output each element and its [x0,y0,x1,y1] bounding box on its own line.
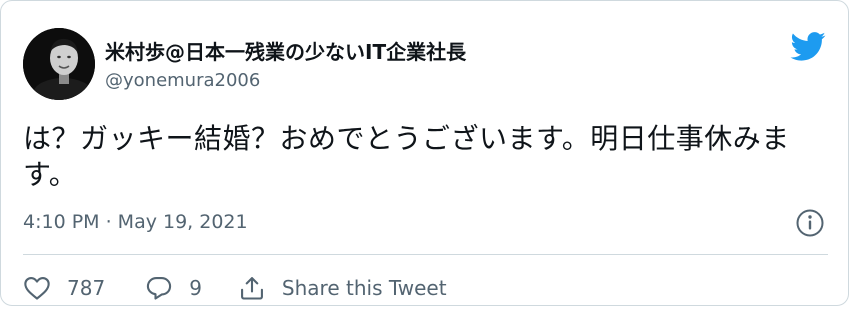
like-button[interactable]: 787 [23,274,105,302]
twitter-bird-icon[interactable] [790,32,826,62]
tweet-card[interactable]: 米村歩@日本一残業の少ないIT企業社長 @yonemura2006 は？ガッキー… [0,0,849,306]
action-bar: 787 9 Share this Tweet [23,271,447,305]
display-name[interactable]: 米村歩@日本一残業の少ないIT企業社長 [105,36,466,65]
share-button[interactable]: Share this Tweet [238,274,447,302]
heart-icon [24,277,50,300]
like-count: 787 [67,276,106,300]
reply-button[interactable]: 9 [145,274,202,302]
share-icon [240,277,263,300]
avatar[interactable] [23,28,95,100]
avatar-photo [23,28,95,100]
reply-bubble-icon [147,277,172,300]
tweet-timestamp[interactable]: 4:10 PM · May 19, 2021 [23,211,248,233]
reply-count: 9 [189,276,202,300]
divider [23,254,828,255]
user-handle[interactable]: @yonemura2006 [105,70,260,91]
tweet-text: は？ガッキー結婚？おめでとうございます。明日仕事休みます。 [23,122,790,191]
share-label: Share this Tweet [281,276,447,300]
info-icon[interactable] [795,208,825,238]
